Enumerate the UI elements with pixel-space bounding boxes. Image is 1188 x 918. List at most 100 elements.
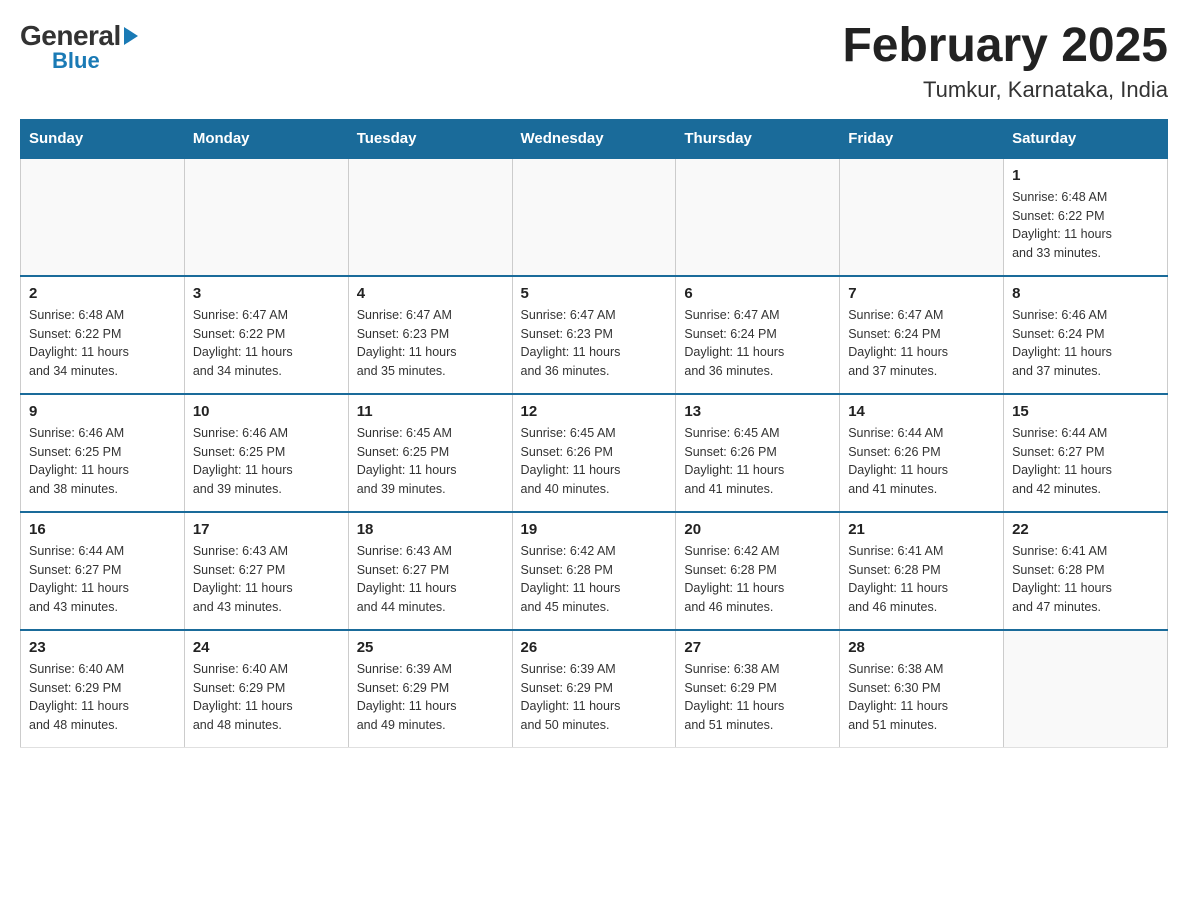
calendar-cell: 15 Sunrise: 6:44 AMSunset: 6:27 PMDayligh… — [1004, 394, 1168, 512]
title-block: February 2025 Tumkur, Karnataka, India — [842, 20, 1168, 103]
day-number: 23 — [29, 639, 176, 656]
day-number: 10 — [193, 403, 340, 420]
day-number: 1 — [1012, 167, 1159, 184]
calendar-cell — [348, 158, 512, 276]
day-number: 5 — [521, 285, 668, 302]
day-info: Sunrise: 6:39 AMSunset: 6:29 PMDaylight:… — [357, 660, 504, 735]
day-info: Sunrise: 6:40 AMSunset: 6:29 PMDaylight:… — [29, 660, 176, 735]
calendar-cell: 16 Sunrise: 6:44 AMSunset: 6:27 PMDayligh… — [21, 512, 185, 630]
day-info: Sunrise: 6:47 AMSunset: 6:22 PMDaylight:… — [193, 306, 340, 381]
day-number: 15 — [1012, 403, 1159, 420]
weekday-header-friday: Friday — [840, 119, 1004, 158]
calendar-cell: 27Sunrise: 6:38 AMSunset: 6:29 PMDayligh… — [676, 630, 840, 748]
day-number: 13 — [684, 403, 831, 420]
day-info: Sunrise: 6:41 AMSunset: 6:28 PMDaylight:… — [1012, 542, 1159, 617]
day-info: Sunrise: 6:46 AMSunset: 6:24 PMDaylight:… — [1012, 306, 1159, 381]
calendar-cell: 1 Sunrise: 6:48 AMSunset: 6:22 PMDaylight… — [1004, 158, 1168, 276]
day-info: Sunrise: 6:42 AMSunset: 6:28 PMDaylight:… — [521, 542, 668, 617]
calendar-cell: 9 Sunrise: 6:46 AMSunset: 6:25 PMDaylight… — [21, 394, 185, 512]
calendar-cell: 14 Sunrise: 6:44 AMSunset: 6:26 PMDayligh… — [840, 394, 1004, 512]
calendar-table: SundayMondayTuesdayWednesdayThursdayFrid… — [20, 119, 1168, 748]
day-info: Sunrise: 6:38 AMSunset: 6:30 PMDaylight:… — [848, 660, 995, 735]
day-info: Sunrise: 6:48 AMSunset: 6:22 PMDaylight:… — [29, 306, 176, 381]
day-info: Sunrise: 6:38 AMSunset: 6:29 PMDaylight:… — [684, 660, 831, 735]
day-number: 18 — [357, 521, 504, 538]
calendar-week-row: 1 Sunrise: 6:48 AMSunset: 6:22 PMDaylight… — [21, 158, 1168, 276]
day-info: Sunrise: 6:46 AMSunset: 6:25 PMDaylight:… — [193, 424, 340, 499]
weekday-header-row: SundayMondayTuesdayWednesdayThursdayFrid… — [21, 119, 1168, 158]
weekday-header-saturday: Saturday — [1004, 119, 1168, 158]
calendar-cell: 17 Sunrise: 6:43 AMSunset: 6:27 PMDayligh… — [184, 512, 348, 630]
calendar-cell — [184, 158, 348, 276]
logo: General Blue — [20, 20, 138, 74]
calendar-subtitle: Tumkur, Karnataka, India — [842, 77, 1168, 103]
calendar-cell: 3Sunrise: 6:47 AMSunset: 6:22 PMDaylight… — [184, 276, 348, 394]
day-info: Sunrise: 6:47 AMSunset: 6:23 PMDaylight:… — [521, 306, 668, 381]
weekday-header-wednesday: Wednesday — [512, 119, 676, 158]
day-number: 2 — [29, 285, 176, 302]
calendar-cell: 7Sunrise: 6:47 AMSunset: 6:24 PMDaylight… — [840, 276, 1004, 394]
weekday-header-sunday: Sunday — [21, 119, 185, 158]
calendar-cell: 5 Sunrise: 6:47 AMSunset: 6:23 PMDaylight… — [512, 276, 676, 394]
day-number: 24 — [193, 639, 340, 656]
day-number: 25 — [357, 639, 504, 656]
calendar-cell: 8 Sunrise: 6:46 AMSunset: 6:24 PMDaylight… — [1004, 276, 1168, 394]
calendar-cell: 26 Sunrise: 6:39 AMSunset: 6:29 PMDayligh… — [512, 630, 676, 748]
calendar-cell: 24Sunrise: 6:40 AMSunset: 6:29 PMDayligh… — [184, 630, 348, 748]
calendar-week-row: 23 Sunrise: 6:40 AMSunset: 6:29 PMDayligh… — [21, 630, 1168, 748]
calendar-cell: 10 Sunrise: 6:46 AMSunset: 6:25 PMDayligh… — [184, 394, 348, 512]
day-number: 6 — [684, 285, 831, 302]
day-info: Sunrise: 6:45 AMSunset: 6:26 PMDaylight:… — [684, 424, 831, 499]
calendar-cell: 18 Sunrise: 6:43 AMSunset: 6:27 PMDayligh… — [348, 512, 512, 630]
day-info: Sunrise: 6:48 AMSunset: 6:22 PMDaylight:… — [1012, 188, 1159, 263]
day-info: Sunrise: 6:43 AMSunset: 6:27 PMDaylight:… — [193, 542, 340, 617]
calendar-cell: 20 Sunrise: 6:42 AMSunset: 6:28 PMDayligh… — [676, 512, 840, 630]
day-info: Sunrise: 6:46 AMSunset: 6:25 PMDaylight:… — [29, 424, 176, 499]
calendar-cell: 6 Sunrise: 6:47 AMSunset: 6:24 PMDaylight… — [676, 276, 840, 394]
day-number: 19 — [521, 521, 668, 538]
calendar-cell: 11Sunrise: 6:45 AMSunset: 6:25 PMDayligh… — [348, 394, 512, 512]
day-number: 17 — [193, 521, 340, 538]
logo-blue-text: Blue — [52, 48, 100, 73]
calendar-cell: 25 Sunrise: 6:39 AMSunset: 6:29 PMDayligh… — [348, 630, 512, 748]
day-info: Sunrise: 6:41 AMSunset: 6:28 PMDaylight:… — [848, 542, 995, 617]
day-number: 16 — [29, 521, 176, 538]
calendar-cell: 28 Sunrise: 6:38 AMSunset: 6:30 PMDayligh… — [840, 630, 1004, 748]
calendar-cell: 19 Sunrise: 6:42 AMSunset: 6:28 PMDayligh… — [512, 512, 676, 630]
calendar-cell: 13 Sunrise: 6:45 AMSunset: 6:26 PMDayligh… — [676, 394, 840, 512]
page-header: General Blue February 2025 Tumkur, Karna… — [20, 20, 1168, 103]
weekday-header-monday: Monday — [184, 119, 348, 158]
day-number: 12 — [521, 403, 668, 420]
calendar-week-row: 9 Sunrise: 6:46 AMSunset: 6:25 PMDaylight… — [21, 394, 1168, 512]
day-number: 21 — [848, 521, 995, 538]
day-number: 14 — [848, 403, 995, 420]
calendar-cell — [676, 158, 840, 276]
day-number: 8 — [1012, 285, 1159, 302]
day-info: Sunrise: 6:44 AMSunset: 6:27 PMDaylight:… — [29, 542, 176, 617]
day-number: 28 — [848, 639, 995, 656]
day-number: 9 — [29, 403, 176, 420]
day-info: Sunrise: 6:39 AMSunset: 6:29 PMDaylight:… — [521, 660, 668, 735]
calendar-cell: 23 Sunrise: 6:40 AMSunset: 6:29 PMDayligh… — [21, 630, 185, 748]
day-info: Sunrise: 6:43 AMSunset: 6:27 PMDaylight:… — [357, 542, 504, 617]
day-info: Sunrise: 6:47 AMSunset: 6:24 PMDaylight:… — [684, 306, 831, 381]
calendar-cell: 2 Sunrise: 6:48 AMSunset: 6:22 PMDaylight… — [21, 276, 185, 394]
day-info: Sunrise: 6:45 AMSunset: 6:26 PMDaylight:… — [521, 424, 668, 499]
weekday-header-thursday: Thursday — [676, 119, 840, 158]
day-number: 26 — [521, 639, 668, 656]
day-info: Sunrise: 6:42 AMSunset: 6:28 PMDaylight:… — [684, 542, 831, 617]
calendar-cell: 12 Sunrise: 6:45 AMSunset: 6:26 PMDayligh… — [512, 394, 676, 512]
day-number: 4 — [357, 285, 504, 302]
calendar-title: February 2025 — [842, 20, 1168, 73]
calendar-cell — [21, 158, 185, 276]
calendar-cell — [512, 158, 676, 276]
calendar-cell: 4Sunrise: 6:47 AMSunset: 6:23 PMDaylight… — [348, 276, 512, 394]
weekday-header-tuesday: Tuesday — [348, 119, 512, 158]
logo-arrow-icon — [124, 27, 138, 45]
day-info: Sunrise: 6:47 AMSunset: 6:24 PMDaylight:… — [848, 306, 995, 381]
day-info: Sunrise: 6:44 AMSunset: 6:27 PMDaylight:… — [1012, 424, 1159, 499]
calendar-cell — [840, 158, 1004, 276]
day-number: 20 — [684, 521, 831, 538]
calendar-week-row: 2 Sunrise: 6:48 AMSunset: 6:22 PMDaylight… — [21, 276, 1168, 394]
day-info: Sunrise: 6:44 AMSunset: 6:26 PMDaylight:… — [848, 424, 995, 499]
